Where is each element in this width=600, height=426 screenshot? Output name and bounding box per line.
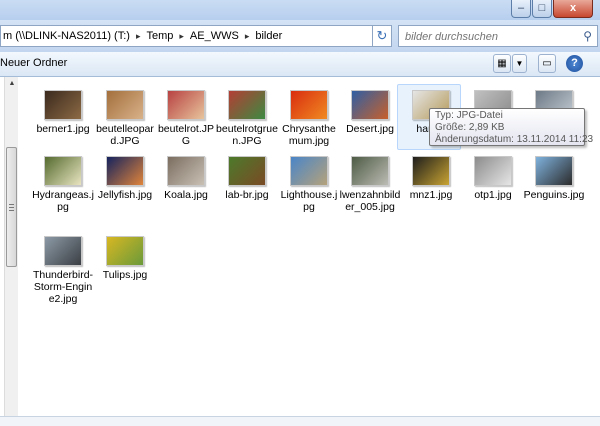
file-name: otp1.jpg [474,189,512,201]
tooltip-modified: Änderungsdatum: 13.11.2014 11:23 [435,134,594,145]
file-name: Chrysanthemum.jpg [282,123,336,147]
file-name: beutelleopard.JPG [96,123,154,147]
file-item[interactable]: Koala.jpg [155,156,217,201]
tooltip-type: Typ: JPG-Datei [435,110,503,121]
image-thumbnail [412,156,450,186]
file-item[interactable]: Jellyfish.jpg [94,156,156,201]
refresh-icon[interactable]: ↻ [372,25,392,47]
tooltip-size: Größe: 2,89 KB [435,122,505,133]
image-thumbnail [474,156,512,186]
file-name: lab-br.jpg [225,189,269,201]
breadcrumb-separator-icon[interactable]: ▸ [136,31,141,42]
image-thumbnail [228,90,266,120]
scroll-up-icon[interactable]: ▲ [5,77,19,91]
image-thumbnail [167,156,205,186]
file-name: Jellyfish.jpg [97,189,153,201]
scrollbar-grip [9,204,14,205]
image-thumbnail [351,156,389,186]
preview-pane-button[interactable]: ▭ [538,54,556,73]
image-thumbnail [167,90,205,120]
breadcrumb-separator-icon[interactable]: ▸ [245,31,250,42]
image-thumbnail [106,156,144,186]
file-item[interactable]: Thunderbird-Storm-Engine2.jpg [32,236,94,305]
search-box[interactable]: ⚲ [398,25,598,47]
command-bar: Neuer Ordner ▦ ▼ ▭ ? [0,52,600,77]
search-input[interactable] [403,27,577,47]
maximize-button[interactable]: □ [532,0,552,18]
title-bar: – □ x [0,0,600,20]
file-name: Tulips.jpg [102,269,148,281]
breadcrumb-temp[interactable]: Temp [146,30,173,42]
view-grid-icon: ▦ [497,58,507,69]
file-name: Thunderbird-Storm-Engine2.jpg [32,269,94,305]
help-icon[interactable]: ? [566,55,583,72]
address-row: m (\\DLINK-NAS2011) (T:) ▸ Temp ▸ AE_WWS… [0,20,600,52]
file-item[interactable]: beutelrot.JPG [155,90,217,147]
file-name: Koala.jpg [164,189,208,201]
image-thumbnail [290,90,328,120]
breadcrumb-drive[interactable]: m (\\DLINK-NAS2011) (T:) [3,30,130,42]
preview-pane-icon: ▭ [542,58,552,69]
breadcrumb-bilder[interactable]: bilder [255,30,282,42]
file-item[interactable]: Penguins.jpg [523,156,585,201]
file-item[interactable]: lab-br.jpg [216,156,278,201]
file-item[interactable]: Lighthouse.jpg [278,156,340,213]
file-name: Lighthouse.jpg [280,189,338,213]
file-item[interactable]: Desert.jpg [339,90,401,135]
file-item[interactable]: Chrysanthemum.jpg [278,90,340,147]
close-button[interactable]: x [553,0,593,18]
minimize-button[interactable]: – [511,0,531,18]
image-thumbnail [351,90,389,120]
image-thumbnail [290,156,328,186]
scrollbar-grip [9,207,14,208]
image-thumbnail [44,90,82,120]
file-item[interactable]: Tulips.jpg [94,236,156,281]
file-name: mnz1.jpg [409,189,453,201]
view-dropdown-button[interactable]: ▼ [512,54,527,73]
file-item[interactable]: beutelleopard.JPG [94,90,156,147]
file-name: beutelrot.JPG [157,123,215,147]
file-item[interactable]: otp1.jpg [462,156,524,201]
file-item[interactable]: beutelrotgruen.JPG [216,90,278,147]
file-name: berner1.jpg [36,123,90,135]
image-thumbnail [535,156,573,186]
file-name: Penguins.jpg [523,189,585,201]
file-name: Hydrangeas.jpg [32,189,94,213]
file-tooltip: Typ: JPG-Datei Größe: 2,89 KB Änderungsd… [429,108,594,146]
chevron-down-icon: ▼ [515,59,524,68]
file-name: lwenzahnbilder_005.jpg [339,189,401,213]
image-thumbnail [106,90,144,120]
address-bar[interactable]: m (\\DLINK-NAS2011) (T:) ▸ Temp ▸ AE_WWS… [0,25,390,47]
file-item[interactable]: Hydrangeas.jpg [32,156,94,213]
scrollbar-grip [9,210,14,211]
file-name: beutelrotgruen.JPG [216,123,278,147]
file-name: Desert.jpg [346,123,394,135]
search-icon[interactable]: ⚲ [583,29,592,43]
breadcrumb-separator-icon[interactable]: ▸ [179,31,184,42]
file-item[interactable]: lwenzahnbilder_005.jpg [339,156,401,213]
file-item[interactable]: mnz1.jpg [400,156,462,201]
new-folder-button[interactable]: Neuer Ordner [0,57,67,69]
image-thumbnail [228,156,266,186]
view-options-button[interactable]: ▦ [493,54,511,73]
scrollbar-thumb[interactable] [6,147,17,267]
navigation-scrollbar[interactable]: ▲ [4,77,19,416]
image-thumbnail [106,236,144,266]
image-thumbnail [44,156,82,186]
image-thumbnail [44,236,82,266]
breadcrumb-ae-wws[interactable]: AE_WWS [190,30,239,42]
file-item[interactable]: berner1.jpg [32,90,94,135]
